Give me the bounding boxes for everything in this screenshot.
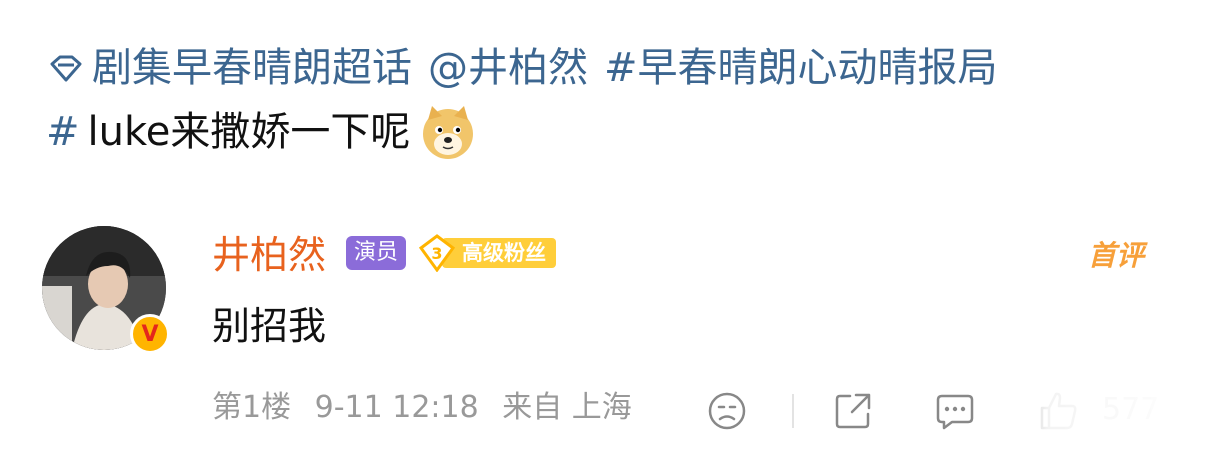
watermark-overlay [980, 390, 1206, 446]
hashtag-link-1[interactable]: #早春晴朗心动晴报局 [604, 36, 998, 100]
comment-icon[interactable] [934, 390, 976, 432]
verified-badge: V [130, 314, 170, 354]
action-divider [792, 394, 794, 428]
mention-link[interactable]: @井柏然 [428, 36, 588, 100]
comment-text: 别招我 [212, 304, 327, 348]
post-line-2: # luke来撒娇一下呢 [46, 100, 1166, 164]
fan-label: 高级粉丝 [442, 238, 556, 268]
fan-level-number: 3 [431, 244, 442, 263]
role-tag: 演员 [346, 236, 407, 270]
post-line-1: 剧集早春晴朗超话 @井柏然 #早春晴朗心动晴报局 [46, 36, 1166, 100]
fan-level-icon: 3 [418, 234, 456, 272]
super-topic-link[interactable]: 剧集早春晴朗超话 [92, 36, 412, 100]
hashtag-text-2[interactable]: luke来撒娇一下呢 [88, 100, 411, 164]
gem-icon [50, 55, 82, 82]
dislike-icon[interactable] [706, 390, 748, 432]
comment-username[interactable]: 井柏然 [212, 230, 326, 280]
hashtag-symbol[interactable]: # [46, 100, 80, 164]
share-icon[interactable] [832, 390, 874, 432]
doge-icon [423, 106, 474, 159]
post-text: 剧集早春晴朗超话 @井柏然 #早春晴朗心动晴报局 # luke来撒娇一下呢 [46, 36, 1166, 164]
first-comment-badge: 首评 [1088, 239, 1145, 272]
